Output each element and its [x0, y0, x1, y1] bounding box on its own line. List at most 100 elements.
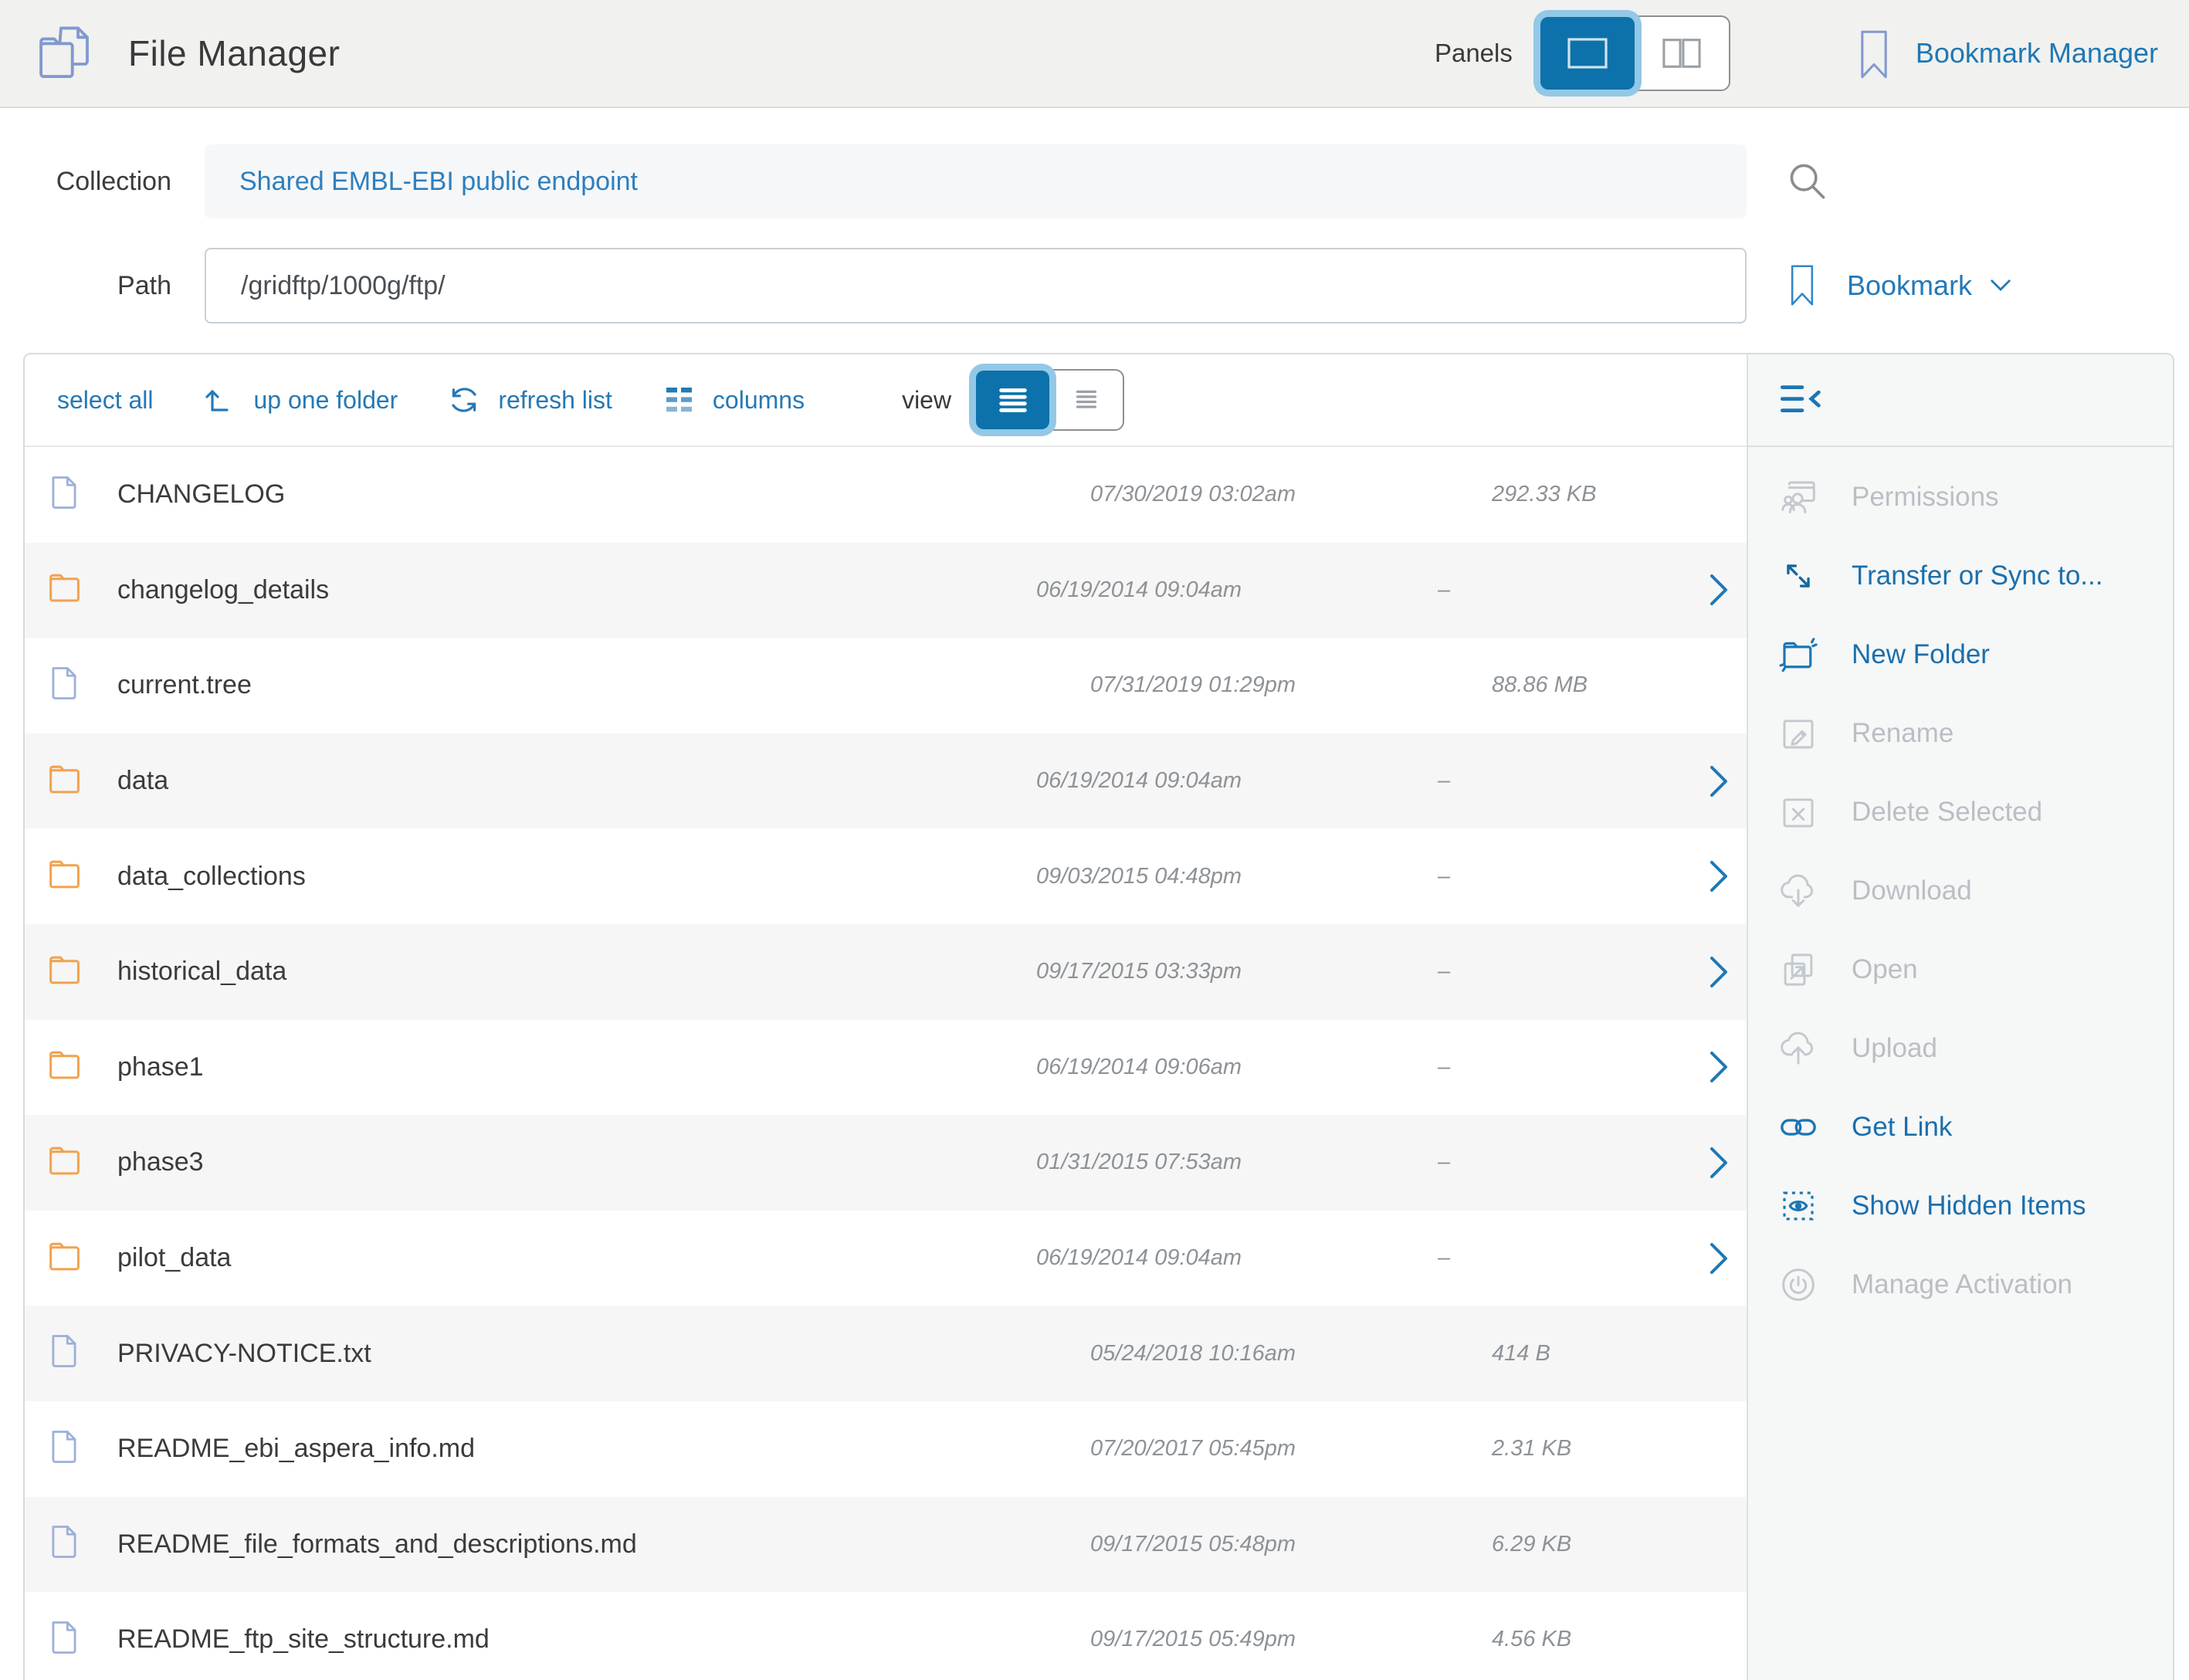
- file-list-row[interactable]: pilot_data 06/19/2014 09:04am –: [25, 1211, 1747, 1306]
- chevron-right-icon[interactable]: [1693, 1146, 1747, 1180]
- folder-icon: [44, 1140, 84, 1185]
- file-list-row[interactable]: data_collections 09/03/2015 04:48pm –: [25, 828, 1747, 924]
- chevron-right-icon[interactable]: [1693, 1241, 1747, 1275]
- show-hidden-icon: [1777, 1185, 1819, 1227]
- chevron-right-icon[interactable]: [1693, 573, 1747, 607]
- file-date: 07/20/2017 05:45pm: [1090, 1436, 1492, 1462]
- transfer-sync-icon: [1777, 555, 1819, 597]
- file-name: historical_data: [117, 957, 1036, 987]
- file-icon: [44, 1522, 84, 1567]
- file-manager-app: File Manager Panels Bookm: [0, 0, 2189, 1680]
- file-date: 01/31/2015 07:53am: [1036, 1150, 1438, 1175]
- folder-icon: [44, 1045, 84, 1089]
- panels-toggle: [1539, 15, 1730, 91]
- bookmark-icon: [1854, 29, 1894, 77]
- manage-activation-icon: [1777, 1264, 1819, 1306]
- delete-icon: [1777, 791, 1819, 833]
- file-size: 292.33 KB: [1492, 482, 1747, 507]
- sidebar-action-show-hidden-items[interactable]: Show Hidden Items: [1748, 1167, 2173, 1245]
- single-panel-button[interactable]: [1540, 17, 1635, 90]
- chevron-right-icon[interactable]: [1693, 1050, 1747, 1084]
- file-icon: [44, 1427, 84, 1472]
- file-date: 05/24/2018 10:16am: [1090, 1341, 1492, 1367]
- page-title: File Manager: [128, 32, 340, 74]
- collapse-panel-icon[interactable]: [1779, 380, 1825, 420]
- file-list-row[interactable]: data 06/19/2014 09:04am –: [25, 733, 1747, 829]
- file-size: –: [1438, 578, 1693, 603]
- search-icon[interactable]: [1785, 159, 1830, 204]
- bookmark-label: Bookmark: [1847, 269, 1972, 302]
- file-browser-panel: select all up one folder refresh list: [23, 353, 2174, 1680]
- chevron-right-icon[interactable]: [1693, 764, 1747, 798]
- collection-label: Collection: [0, 167, 171, 197]
- folder-icon: [44, 1236, 84, 1281]
- file-list-row[interactable]: README_file_formats_and_descriptions.md …: [25, 1497, 1747, 1593]
- path-label: Path: [0, 271, 171, 301]
- file-size: –: [1438, 768, 1693, 794]
- file-date: 06/19/2014 09:06am: [1036, 1055, 1438, 1080]
- bookmark-manager-label: Bookmark Manager: [1916, 37, 2158, 69]
- open-icon: [1777, 949, 1819, 991]
- list-view-icon: [997, 384, 1029, 415]
- file-date: 06/19/2014 09:04am: [1036, 578, 1438, 603]
- collection-input[interactable]: Shared EMBL-EBI public endpoint: [205, 144, 1747, 218]
- file-list-area: select all up one folder refresh list: [25, 354, 1747, 1680]
- dual-panel-button[interactable]: [1635, 17, 1729, 90]
- get-link-icon: [1777, 1106, 1819, 1148]
- sidebar-action-manage-activation: Manage Activation: [1748, 1245, 2173, 1324]
- file-name: data_collections: [117, 862, 1036, 892]
- file-size: –: [1438, 1245, 1693, 1271]
- actions-menu: Permissions Transfer or Sync to... New F…: [1748, 447, 2173, 1324]
- file-list-row[interactable]: historical_data 09/17/2015 03:33pm –: [25, 924, 1747, 1020]
- file-name: README_ebi_aspera_info.md: [117, 1434, 1090, 1464]
- file-size: 2.31 KB: [1492, 1436, 1747, 1462]
- file-size: –: [1438, 959, 1693, 984]
- single-panel-icon: [1567, 38, 1608, 69]
- compact-view-button[interactable]: [1049, 371, 1123, 429]
- file-name: README_file_formats_and_descriptions.md: [117, 1529, 1090, 1560]
- file-list-row[interactable]: changelog_details 06/19/2014 09:04am –: [25, 543, 1747, 638]
- chevron-right-icon[interactable]: [1693, 859, 1747, 893]
- folder-icon: [44, 567, 84, 612]
- file-size: –: [1438, 1055, 1693, 1080]
- file-icon: [44, 472, 84, 517]
- file-list-row[interactable]: PRIVACY-NOTICE.txt 05/24/2018 10:16am 41…: [25, 1306, 1747, 1401]
- refresh-list-button[interactable]: refresh list: [446, 381, 612, 418]
- file-date: 09/17/2015 03:33pm: [1036, 959, 1438, 984]
- panels-label: Panels: [1435, 39, 1513, 68]
- file-size: 6.29 KB: [1492, 1532, 1747, 1557]
- sidebar-action-rename: Rename: [1748, 694, 2173, 773]
- file-list-row[interactable]: CHANGELOG 07/30/2019 03:02am 292.33 KB: [25, 447, 1747, 543]
- file-name: phase1: [117, 1052, 1036, 1082]
- app-header: File Manager Panels Bookm: [0, 0, 2189, 108]
- file-list-row[interactable]: README_ebi_aspera_info.md 07/20/2017 05:…: [25, 1401, 1747, 1497]
- chevron-right-icon[interactable]: [1693, 955, 1747, 989]
- compact-view-icon: [1072, 386, 1100, 414]
- file-date: 09/03/2015 04:48pm: [1036, 864, 1438, 889]
- sidebar-action-get-link[interactable]: Get Link: [1748, 1088, 2173, 1167]
- sidebar-action-new-folder[interactable]: New Folder: [1748, 615, 2173, 694]
- bookmark-icon: [1785, 264, 1819, 307]
- folder-icon: [44, 854, 84, 899]
- list-view-button[interactable]: [976, 371, 1049, 429]
- file-list-row[interactable]: README_ftp_site_structure.md 09/17/2015 …: [25, 1592, 1747, 1680]
- refresh-icon: [446, 381, 483, 418]
- download-icon: [1777, 870, 1819, 912]
- path-input[interactable]: /gridftp/1000g/ftp/: [205, 248, 1747, 323]
- columns-button[interactable]: columns: [660, 381, 805, 418]
- select-all-button[interactable]: select all: [57, 386, 154, 415]
- file-name: current.tree: [117, 670, 1090, 700]
- file-date: 07/30/2019 03:02am: [1090, 482, 1492, 507]
- file-list-row[interactable]: current.tree 07/31/2019 01:29pm 88.86 MB: [25, 638, 1747, 733]
- file-list-row[interactable]: phase3 01/31/2015 07:53am –: [25, 1115, 1747, 1211]
- bookmark-dropdown-button[interactable]: Bookmark: [1785, 264, 2012, 307]
- file-list-row[interactable]: phase1 06/19/2014 09:06am –: [25, 1020, 1747, 1116]
- file-size: –: [1438, 864, 1693, 889]
- new-folder-icon: [1777, 634, 1819, 676]
- up-one-folder-button[interactable]: up one folder: [202, 381, 398, 418]
- file-name: phase3: [117, 1147, 1036, 1177]
- bookmark-manager-button[interactable]: Bookmark Manager: [1854, 29, 2158, 77]
- file-name: CHANGELOG: [117, 479, 1090, 510]
- sidebar-action-transfer-or-sync-to[interactable]: Transfer or Sync to...: [1748, 537, 2173, 615]
- view-toggle: [974, 369, 1124, 431]
